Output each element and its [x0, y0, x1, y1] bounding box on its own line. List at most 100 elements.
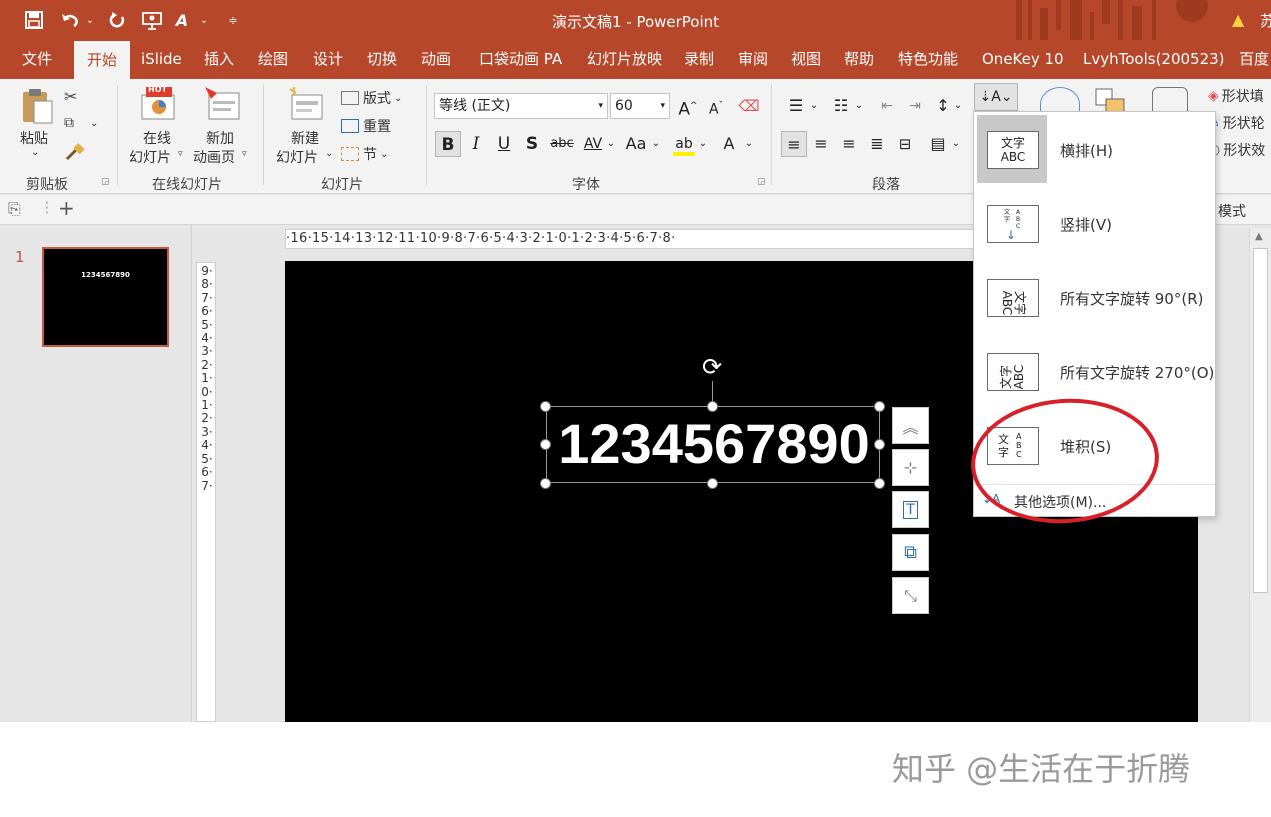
shadow-button[interactable]: S — [519, 131, 545, 157]
line-spacing-dropdown-icon[interactable]: ⌄ — [952, 93, 964, 119]
tab-draw[interactable]: 绘图 — [258, 40, 288, 79]
align-right-icon[interactable]: ≡ — [836, 131, 862, 157]
italic-button[interactable]: I — [463, 131, 489, 157]
grow-font-button[interactable]: A^ — [675, 93, 701, 120]
bullets-dropdown-icon[interactable]: ⌄ — [808, 93, 820, 119]
collapse-icon[interactable]: ︽ — [892, 407, 929, 444]
align-left-icon[interactable]: ≡ — [781, 131, 807, 157]
char-spacing-dropdown-icon[interactable]: ⌄ — [605, 131, 617, 157]
bullets-icon[interactable]: ☰ — [783, 93, 809, 119]
user-name-fragment[interactable]: 苏 — [1260, 10, 1271, 31]
strikethrough-button[interactable]: abc — [547, 131, 577, 157]
tab-help[interactable]: 帮助 — [844, 40, 874, 79]
change-case-button[interactable]: Aa — [621, 131, 651, 157]
font-color-dropdown-icon[interactable]: ⌄ — [743, 131, 755, 157]
scroll-up-icon[interactable]: ▲ — [1255, 231, 1263, 242]
online-slide-dropdown-icon[interactable]: ▿ — [178, 149, 183, 159]
menu-item-vertical[interactable]: 文字 A B C ↓ 竖排(V) — [974, 186, 1215, 260]
tab-pocket-animation[interactable]: 口袋动画 PA — [479, 40, 562, 79]
resize-handle-bottom-right[interactable] — [874, 478, 885, 489]
resize-handle-left[interactable] — [540, 439, 551, 450]
numbering-dropdown-icon[interactable]: ⌄ — [853, 93, 865, 119]
resize-tool-icon[interactable]: ⤡ — [892, 577, 929, 614]
copy-dropdown-icon[interactable]: ⌄ — [90, 118, 98, 129]
tab-insert[interactable]: 插入 — [204, 40, 234, 79]
scroll-thumb[interactable] — [1253, 248, 1268, 593]
increase-indent-icon[interactable]: ⇥ — [902, 93, 928, 119]
menu-item-rotate-270[interactable]: 文字 ABC 所有文字旋转 270°(O) — [974, 334, 1215, 408]
text-tool-icon[interactable]: T — [892, 491, 929, 528]
align-center-tool-icon[interactable]: ⊹ — [892, 449, 929, 486]
tab-view[interactable]: 视图 — [791, 40, 821, 79]
text-direction-button[interactable]: ⇣A⌄ — [974, 83, 1018, 111]
add-slide-icon[interactable]: + — [58, 196, 75, 220]
shrink-font-button[interactable]: Aˇ — [703, 93, 729, 119]
vertical-ruler[interactable]: 9·8·7·6·5·4·3·2·1·0·1·2·3·4·5·6·7· — [196, 262, 216, 722]
shape-fill-button[interactable]: ◈ 形状填 — [1208, 85, 1264, 107]
tab-record[interactable]: 录制 — [684, 40, 714, 79]
slide-sorter-icon[interactable]: ⎘ — [8, 199, 21, 219]
tab-onekey[interactable]: OneKey 10 — [982, 40, 1064, 79]
more-icon[interactable]: ⋮ — [40, 200, 54, 216]
resize-handle-bottom-left[interactable] — [540, 478, 551, 489]
new-animation-dropdown-icon[interactable]: ▿ — [242, 149, 247, 159]
shape-outline-button[interactable]: ✎ 形状轮 — [1208, 112, 1265, 134]
menu-item-horizontal[interactable]: 文字 ABC 横排(H) — [974, 112, 1215, 186]
new-slide-label-2[interactable]: 幻灯片 — [276, 147, 318, 167]
columns-icon[interactable]: ▤ — [925, 131, 951, 157]
decrease-indent-icon[interactable]: ⇤ — [874, 93, 900, 119]
layout-button[interactable]: 版式 ⌄ — [341, 87, 402, 109]
justify-icon[interactable]: ≣ — [864, 131, 890, 157]
align-center-icon[interactable]: ≡ — [808, 131, 834, 157]
tab-review[interactable]: 审阅 — [738, 40, 768, 79]
tab-design[interactable]: 设计 — [313, 40, 343, 79]
new-slide-dropdown-icon[interactable]: ⌄ — [325, 148, 333, 159]
section-button[interactable]: 节 ⌄ — [341, 143, 388, 165]
resize-handle-top[interactable] — [707, 401, 718, 412]
menu-item-rotate-90[interactable]: 文字 ABC 所有文字旋转 90°(R) — [974, 260, 1215, 334]
warning-icon[interactable]: ▲ — [1232, 10, 1244, 29]
new-animation-label[interactable]: 新加 — [206, 128, 234, 148]
vertical-scrollbar[interactable]: ▲ — [1249, 228, 1271, 722]
text-box-content[interactable]: 1234567890 — [547, 411, 881, 477]
columns-dropdown-icon[interactable]: ⌄ — [950, 131, 962, 157]
clipboard-launcher-icon[interactable]: ◲ — [101, 177, 110, 187]
tab-file[interactable]: 文件 — [22, 40, 52, 79]
highlight-dropdown-icon[interactable]: ⌄ — [697, 131, 709, 157]
copy-icon[interactable]: ⧉ — [64, 115, 84, 135]
resize-handle-bottom[interactable] — [707, 478, 718, 489]
reset-button[interactable]: 重置 — [341, 115, 391, 137]
tab-home[interactable]: 开始 — [74, 41, 131, 79]
font-color-button[interactable]: A — [716, 131, 742, 157]
shape-effects-button[interactable]: ◐ 形状效 — [1208, 139, 1265, 161]
numbering-icon[interactable]: ☷ — [828, 93, 854, 119]
paste-dropdown-icon[interactable]: ⌄ — [31, 147, 39, 158]
clear-format-icon[interactable]: ⌫ — [736, 93, 762, 119]
paste-icon[interactable] — [20, 87, 54, 125]
char-spacing-button[interactable]: AV — [578, 131, 608, 157]
tab-lvyhtools[interactable]: LvyhTools(200523) — [1083, 40, 1225, 79]
tab-islide[interactable]: iSlide — [141, 40, 182, 79]
font-launcher-icon[interactable]: ◲ — [757, 177, 766, 187]
resize-handle-top-right[interactable] — [874, 401, 885, 412]
online-slide-label[interactable]: 在线 — [143, 128, 171, 148]
format-painter-icon[interactable] — [64, 143, 86, 163]
tab-animations[interactable]: 动画 — [421, 40, 451, 79]
tab-slideshow[interactable]: 幻灯片放映 — [587, 40, 662, 79]
underline-button[interactable]: U — [491, 131, 517, 157]
rotate-handle-icon[interactable]: ⟳ — [702, 353, 722, 381]
distribute-icon[interactable]: ⊟ — [892, 131, 918, 157]
tab-baidu[interactable]: 百度 — [1239, 40, 1269, 79]
selected-text-box[interactable]: 1234567890 — [546, 406, 880, 483]
resize-handle-top-left[interactable] — [540, 401, 551, 412]
slide-thumbnail[interactable]: 1234567890 — [42, 247, 169, 347]
tab-transitions[interactable]: 切换 — [367, 40, 397, 79]
bold-button[interactable]: B — [435, 131, 461, 157]
tab-features[interactable]: 特色功能 — [898, 40, 958, 79]
resize-handle-right[interactable] — [874, 439, 885, 450]
online-slide-label-2[interactable]: 幻灯片 — [129, 147, 171, 167]
paste-label[interactable]: 粘贴 — [20, 128, 48, 148]
new-animation-label-2[interactable]: 动画页 — [193, 147, 235, 167]
font-size-select[interactable]: 60 ▾ — [610, 93, 670, 119]
font-family-select[interactable]: 等线 (正文) ▾ — [434, 93, 608, 119]
